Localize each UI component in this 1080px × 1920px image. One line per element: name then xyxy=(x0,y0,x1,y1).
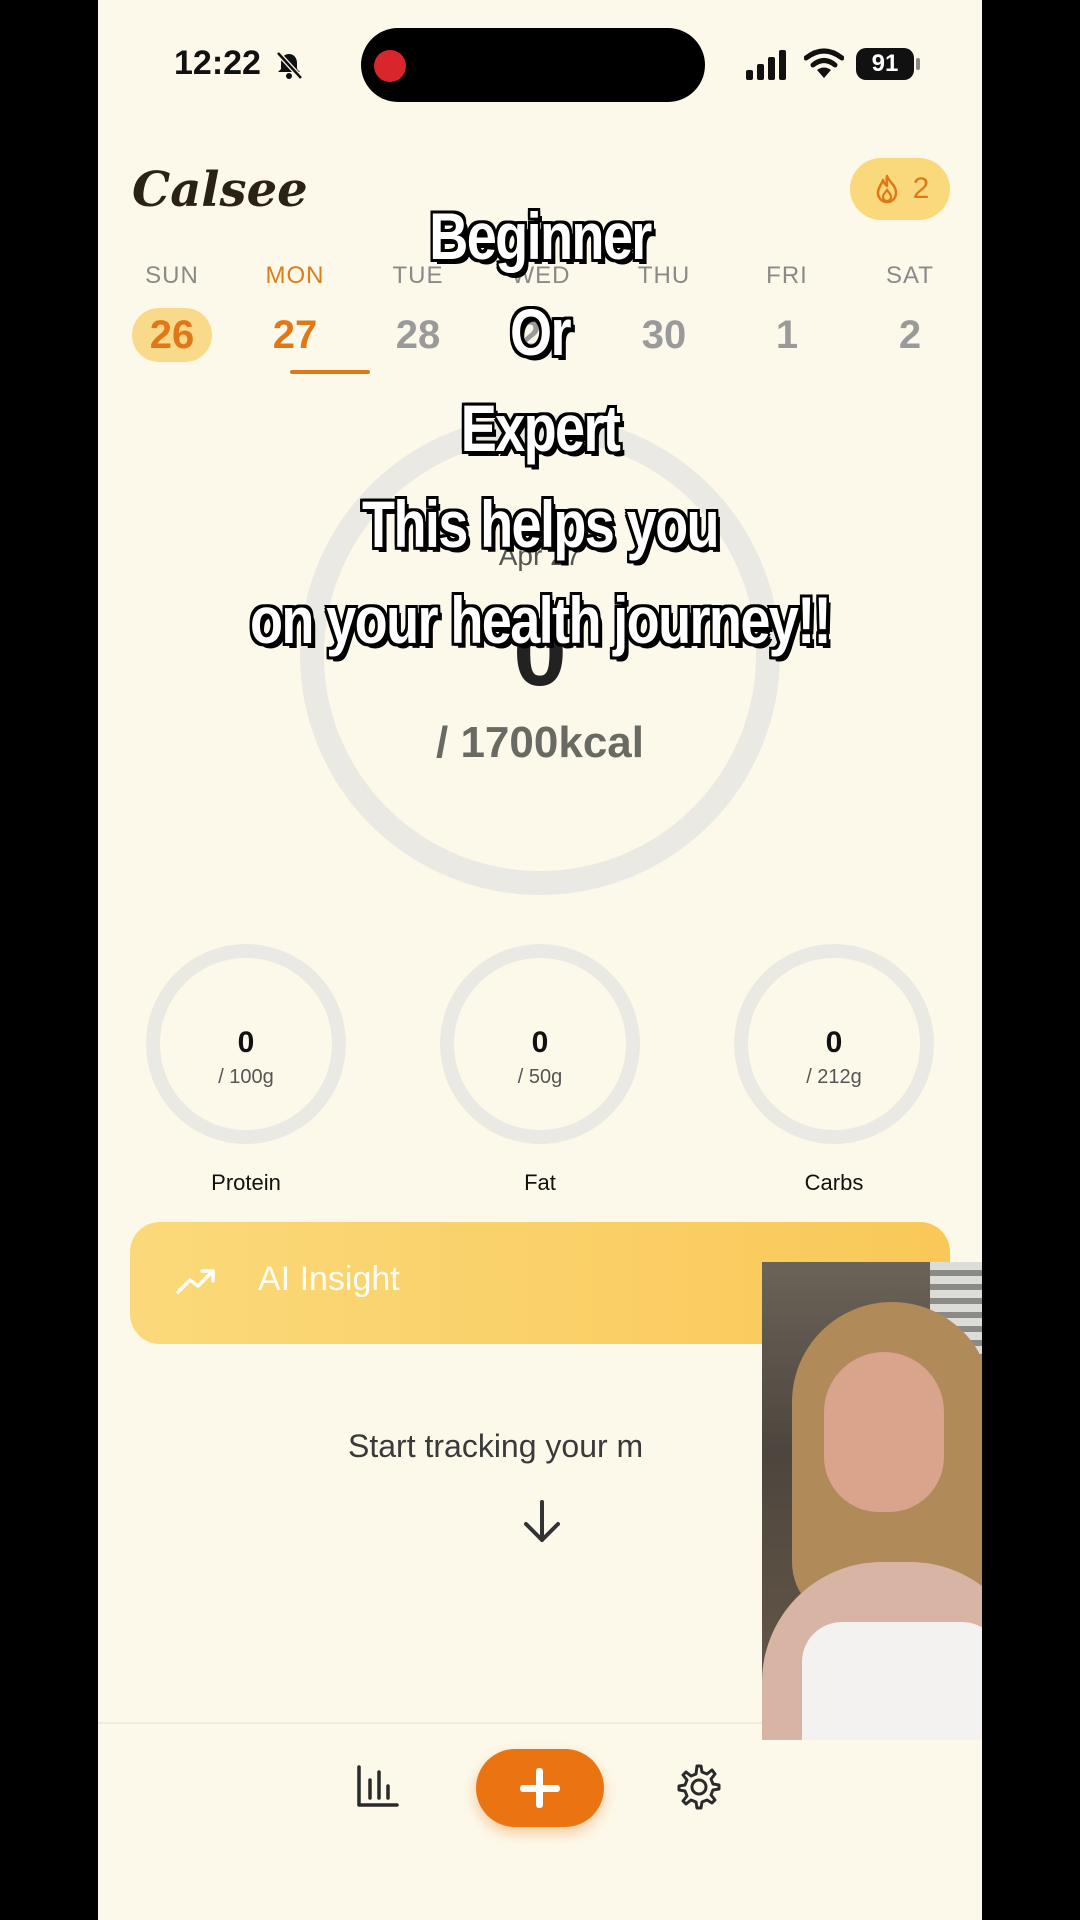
macro-ring: 0 / 212g xyxy=(734,944,934,1144)
trend-up-icon xyxy=(176,1269,215,1294)
macro-protein: 0 / 100g Protein xyxy=(146,944,346,1196)
overlay-caption-line: This helps you xyxy=(362,487,720,561)
macro-goal: / 212g xyxy=(806,1066,862,1088)
macro-fat: 0 / 50g Fat xyxy=(440,944,640,1196)
calorie-goal: / 1700kcal xyxy=(436,718,644,767)
overlay-caption-line: Or xyxy=(510,295,572,369)
macro-label: Carbs xyxy=(804,1170,864,1195)
overlay-caption-line: Expert xyxy=(460,391,621,465)
macro-goal: / 100g xyxy=(218,1066,274,1088)
macro-value: 0 xyxy=(531,1026,549,1059)
macro-goal: / 50g xyxy=(517,1066,563,1088)
wifi-icon xyxy=(804,48,844,78)
bell-slash-icon xyxy=(276,51,303,80)
battery-indicator: 91 xyxy=(856,48,914,80)
macro-ring: 0 / 50g xyxy=(440,944,640,1144)
selected-day-underline xyxy=(290,370,370,374)
macro-ring: 0 / 100g xyxy=(146,944,346,1144)
arrow-down-icon xyxy=(524,1500,560,1542)
add-entry-button[interactable] xyxy=(476,1749,604,1827)
macro-value: 0 xyxy=(237,1026,255,1059)
pip-person-face xyxy=(824,1352,944,1512)
camera-pip-video xyxy=(762,1262,982,1740)
streak-count: 2 xyxy=(912,172,930,205)
macro-label: Fat xyxy=(524,1170,556,1195)
battery-cap xyxy=(916,58,920,70)
status-time: 12:22 xyxy=(174,44,261,82)
dynamic-island xyxy=(361,28,705,102)
macro-label: Protein xyxy=(211,1170,281,1195)
gear-icon[interactable] xyxy=(676,1764,722,1810)
signal-icon xyxy=(746,50,786,80)
ai-insight-label: AI Insight xyxy=(258,1260,400,1298)
macro-value: 0 xyxy=(825,1026,843,1059)
bar-chart-icon[interactable] xyxy=(356,1764,400,1808)
overlay-caption-line: Beginner xyxy=(429,199,652,273)
recording-indicator-icon xyxy=(374,50,406,82)
app-screen: 12:22 91 Calsee 2 SUN 26 MON 27 TUE 28 W… xyxy=(98,0,982,1920)
macro-carbs: 0 / 212g Carbs xyxy=(734,944,934,1196)
pip-person-top xyxy=(802,1622,982,1740)
overlay-caption-line: on your health journey!! xyxy=(249,583,832,657)
empty-state-text: Start tracking your m xyxy=(348,1428,644,1464)
